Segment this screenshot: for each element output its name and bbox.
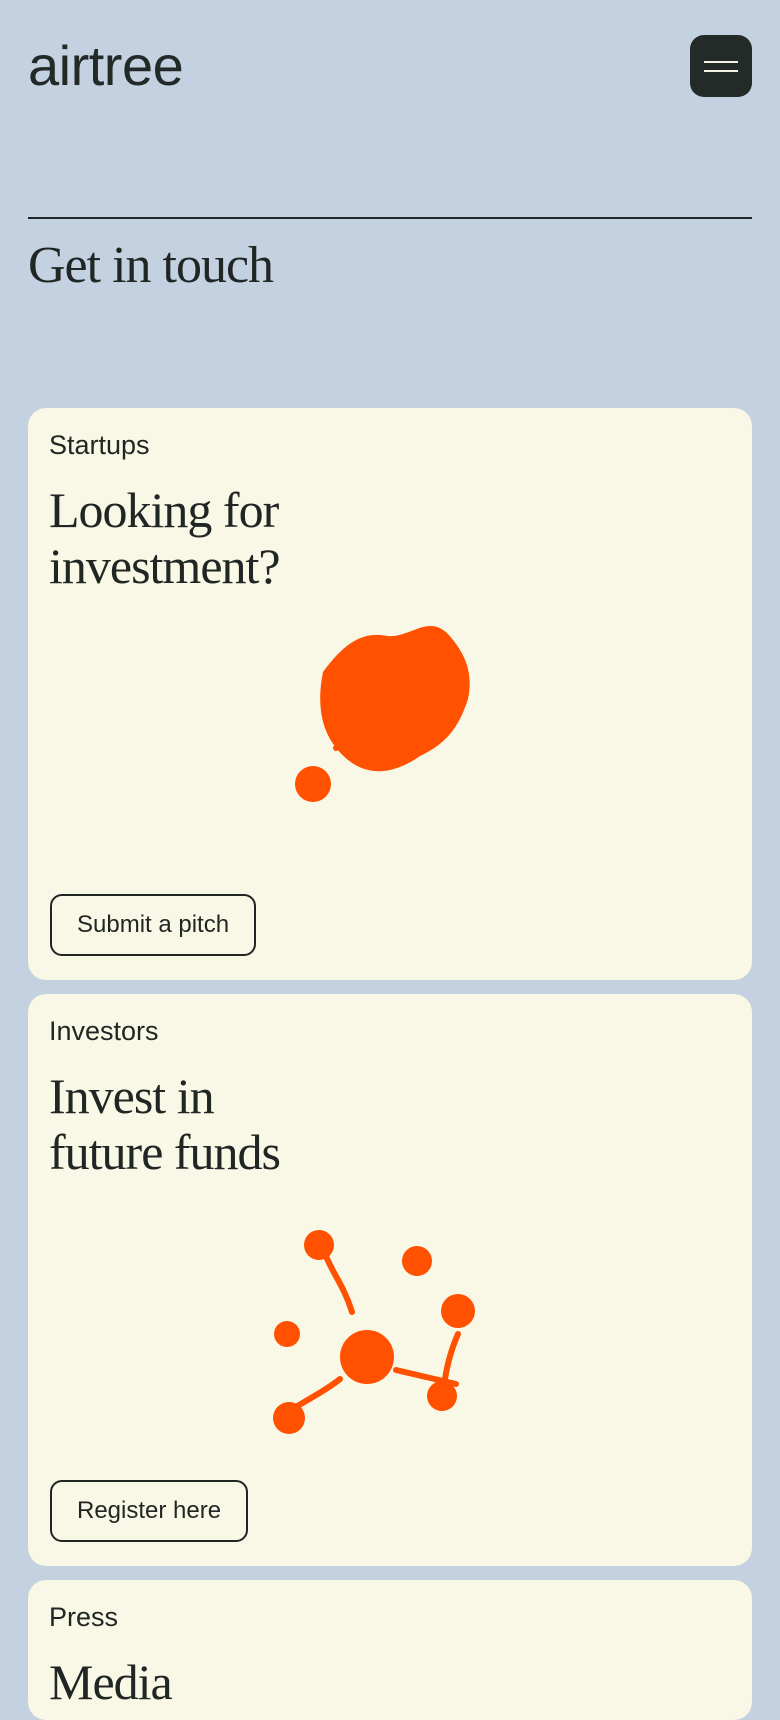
card-headline-line: Invest in <box>49 1068 215 1124</box>
page-title: Get in touch <box>28 237 274 294</box>
card-eyebrow: Press <box>49 1602 119 1632</box>
card-eyebrow: Startups <box>49 430 150 460</box>
card-headline-line: investment? <box>49 538 281 594</box>
card-headline: Invest in future funds <box>49 1068 469 1180</box>
airtree-logo[interactable]: airtree <box>28 34 184 98</box>
title-divider <box>28 217 752 219</box>
investors-card: Investors Invest in future funds Registe… <box>28 994 752 1566</box>
submit-pitch-button[interactable]: Submit a pitch <box>50 894 257 956</box>
menu-button[interactable] <box>690 35 752 97</box>
card-eyebrow: Investors <box>49 1016 159 1046</box>
card-headline-line: Looking for <box>49 482 279 538</box>
press-card: Press Media <box>28 1580 752 1720</box>
card-headline-line: future funds <box>49 1124 281 1180</box>
card-headline: Media <box>49 1654 469 1710</box>
card-headline: Looking for investment? <box>49 482 469 594</box>
startups-card: Startups Looking for investment? Submit … <box>28 408 752 980</box>
site-header: airtree <box>28 34 752 98</box>
register-button[interactable]: Register here <box>50 1480 249 1542</box>
card-headline-line: Media <box>49 1654 173 1710</box>
